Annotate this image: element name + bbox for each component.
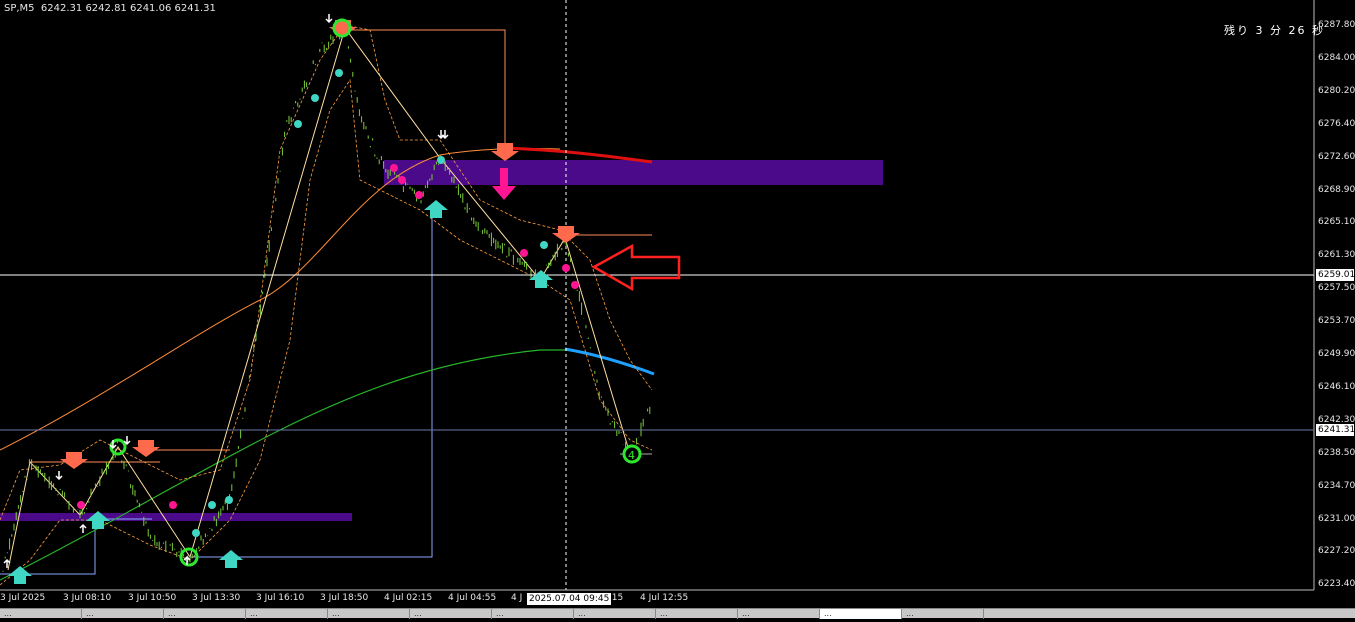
sell-arrow-icon [491,143,519,161]
price-tick-label: 6238.50 [1318,447,1355,458]
current-price-label: 6241.31 [1316,424,1355,436]
small-down-arrow-icon [123,436,131,446]
price-chart[interactable]: 4 SP,M5 6242.31 6242.81 6241.06 6241.31 … [0,0,1355,619]
small-up-arrow-icon [79,523,87,533]
upper-envelope [0,24,653,521]
small-down-arrow-icon [325,14,333,24]
cyan-dot-icon [437,156,445,164]
cyan-dot-icon [192,529,200,537]
time-tick-label: 3 Jul 10:50 [128,593,177,603]
resistance-line-top [345,29,506,150]
time-tick-label: 3 Jul 13:30 [192,593,241,603]
price-tick-label: 6284.00 [1318,52,1355,63]
small-down-arrow-icon [441,130,449,140]
small-down-arrow-icon [55,471,63,481]
price-tick-label: 6272.60 [1318,151,1355,162]
zigzag-line [7,26,631,571]
symbol-label: SP,M5 [4,3,35,14]
pink-dot-icon [390,164,398,172]
ma-green [0,349,565,581]
ohlc-values: 6242.31 6242.81 6241.06 6241.31 [40,3,216,14]
time-tick-label: 3 Jul 16:10 [256,593,305,603]
outline-left-arrow-icon [591,243,681,292]
ma-blue [564,347,655,376]
zigzag-wave-label: 4 [628,449,635,462]
pink-dot-icon [398,176,406,184]
price-tick-label: 6276.40 [1318,118,1355,129]
price-tick-label: 6268.90 [1318,184,1355,195]
candlestick-series [2,22,651,572]
cyan-dot-icon [294,120,302,128]
cyan-dot-icon [225,496,233,504]
bar-countdown: 残り 3 分 26 秒 [1224,24,1325,37]
support-line-left [0,518,152,575]
price-tick-label: 6249.90 [1318,349,1355,359]
buy-arrow-icon [8,566,32,584]
sell-arrow-icon [60,452,88,469]
pink-dot-icon [520,249,528,257]
cyan-dot-icon [335,69,343,77]
ma-orange [0,148,561,451]
buy-arrows [8,200,553,584]
support-line-mid [190,208,433,558]
signal-dots [77,69,579,537]
price-tick-label: 6261.30 [1318,250,1355,261]
price-tick-label: 6280.20 [1318,85,1355,96]
cyan-dot-icon [208,501,216,509]
time-tick-label: 4 Jul 12:55 [640,593,689,603]
small-signal-arrows [3,14,449,568]
time-tick-label: 3 Jul 2025 [0,593,46,603]
time-tick-label: 4 J [511,593,523,603]
sell-arrow-icon [132,440,160,457]
sell-arrow-icon [552,226,580,243]
cyan-dot-icon [311,94,319,102]
pink-dot-icon [415,191,423,199]
demand-zone-lower [0,513,352,521]
price-tick-label: 6227.20 [1318,546,1355,557]
price-tick-label: 6257.50 [1318,283,1355,294]
price-tick-label: 6287.80 [1318,20,1355,30]
price-tick-label: 6265.10 [1318,217,1355,228]
cyan-dot-icon [540,241,548,249]
price-tick-label: 6231.00 [1318,513,1355,524]
time-tick-label: 3 Jul 18:50 [320,593,369,603]
buy-arrow-icon [219,550,243,568]
symbol-ohlc-header: SP,M5 6242.31 6242.81 6241.06 6241.31 [4,3,216,14]
crosshair-time-label: 2025.07.04 09:45 [527,593,612,605]
time-tick-label: 4 Jul 04:55 [448,593,497,603]
buy-arrow-icon [529,270,553,288]
pink-dot-icon [571,281,579,289]
time-tick-label: 4 Jul 02:15 [384,593,433,603]
price-tick-label: 6223.40 [1318,579,1355,590]
chart-canvas[interactable]: 4 [0,0,1355,618]
pink-dot-icon [77,501,85,509]
ma-red [504,146,653,164]
chart-tab-bar: .................................... [0,608,1355,619]
pink-dot-icon [562,264,570,272]
time-tick-label: 3 Jul 08:10 [63,593,112,603]
zigzag-high-marker-icon [332,18,352,38]
lower-envelope [0,78,653,586]
price-tick-label: 6253.70 [1318,316,1355,327]
crosshair-price-label: 6259.01 [1316,269,1355,281]
price-tick-label: 6246.10 [1318,381,1355,392]
price-tick-label: 6234.70 [1318,480,1355,491]
pink-dot-icon [169,501,177,509]
